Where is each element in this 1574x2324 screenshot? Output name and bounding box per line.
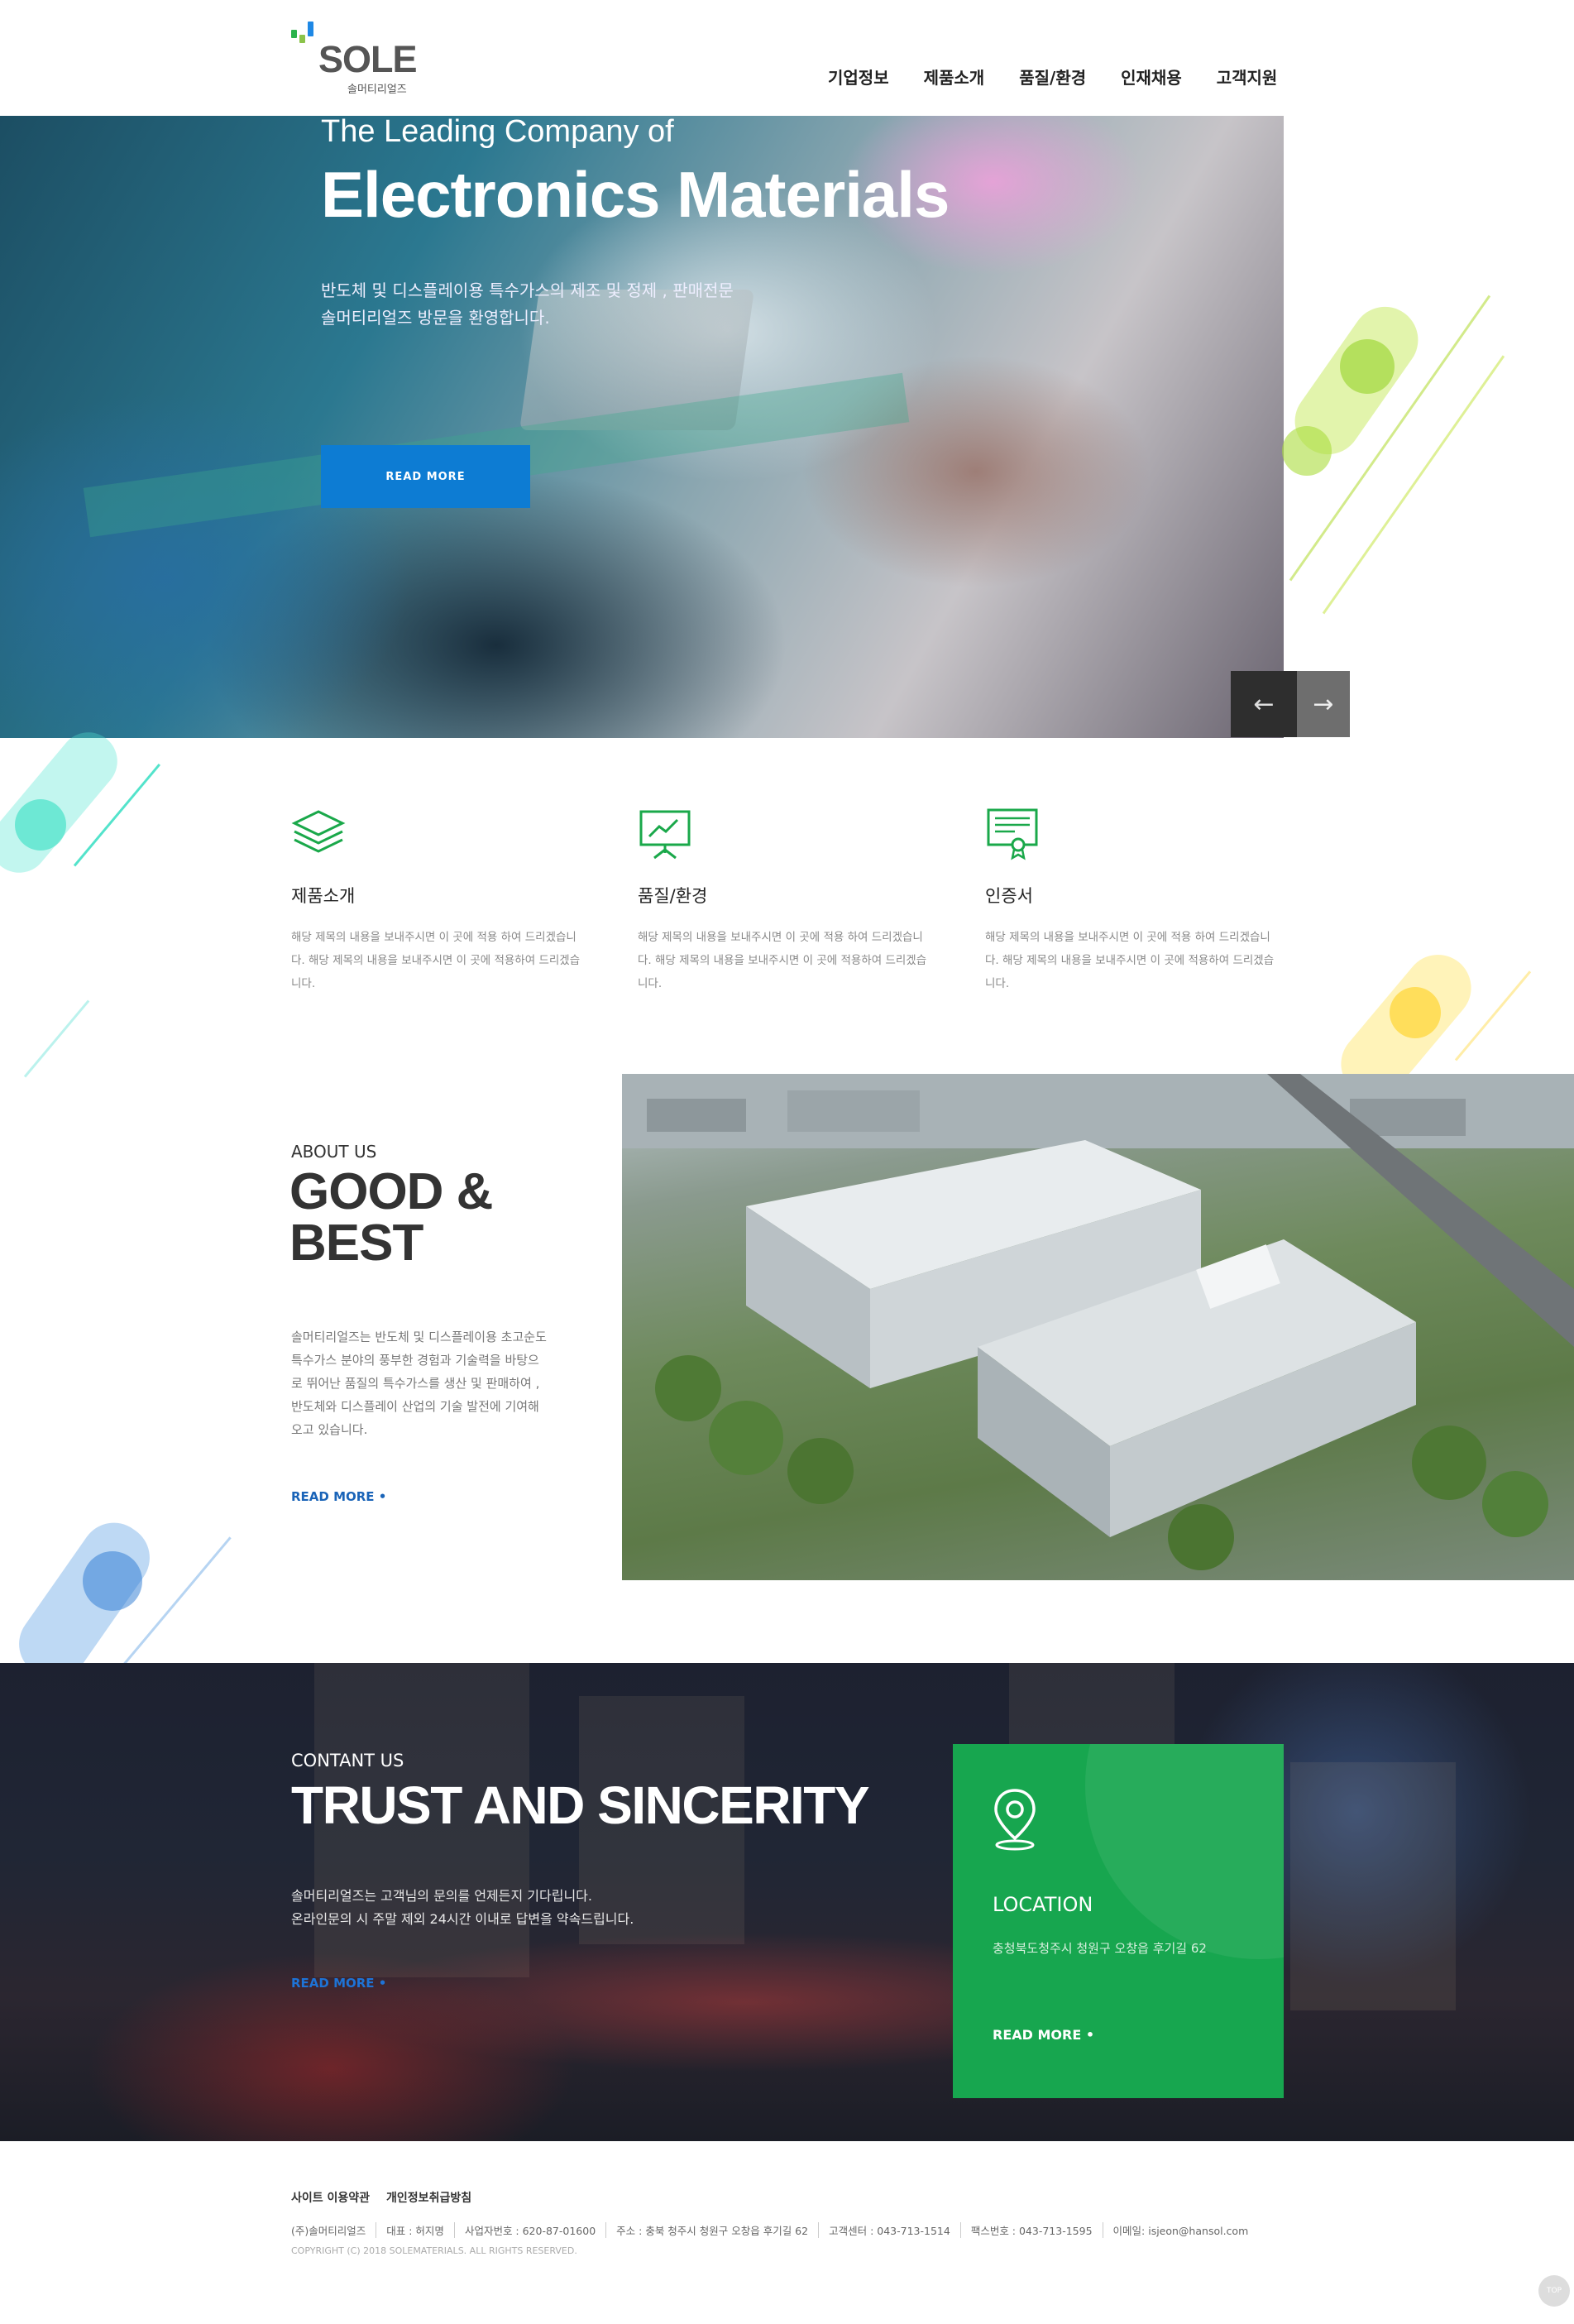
logo-wordmark: SOLE — [318, 38, 418, 80]
nav-item-support[interactable]: 고객지원 — [1199, 65, 1295, 89]
copyright: COPYRIGHT (C) 2018 SOLEMATERIALS. ALL RI… — [291, 2245, 577, 2256]
footer-links: 사이트 이용약관 개인정보취급방침 — [291, 2189, 471, 2206]
footer-link-terms[interactable]: 사이트 이용약관 — [291, 2189, 370, 2206]
contact-title: TRUST AND SINCERITY — [291, 1775, 870, 1835]
layers-icon — [291, 810, 346, 853]
header: SOLE 솔머티리얼즈 기업정보 제품소개 품질/환경 인재채용 고객지원 — [0, 0, 1574, 116]
footer-link-privacy[interactable]: 개인정보취급방침 — [386, 2189, 471, 2206]
logo[interactable]: SOLE 솔머티리얼즈 — [289, 20, 422, 99]
location-title: LOCATION — [993, 1893, 1093, 1916]
footer-company-info: (주)솔머티리얼즈 대표 : 허지명 사업자번호 : 620-87-01600 … — [291, 2222, 1258, 2238]
about-eyebrow: ABOUT US — [291, 1142, 377, 1162]
slider-next-button[interactable]: → — [1297, 671, 1350, 737]
contact-description-line2: 온라인문의 시 주말 제외 24시간 이내로 답변을 약속드립니다. — [291, 1911, 634, 1927]
hero-description-line1: 반도체 및 디스플레이용 특수가스의 제조 및 정제 , 판매전문 — [321, 280, 734, 300]
footer-business-number: 사업자번호 : 620-87-01600 — [453, 2222, 605, 2238]
scroll-top-button[interactable]: TOP — [1538, 2275, 1570, 2307]
hero-title: Electronics Materials — [321, 158, 950, 231]
feature-text: 해당 제목의 내용을 보내주시면 이 곳에 적용 하여 드리겠습니다. 해당 제… — [638, 931, 927, 990]
feature-text: 해당 제목의 내용을 보내주시면 이 곳에 적용 하여 드리겠습니다. 해당 제… — [985, 931, 1275, 990]
factory-illustration — [622, 1074, 1574, 1570]
about-title: GOOD & BEST — [289, 1163, 493, 1272]
hero-subtitle: The Leading Company of — [321, 114, 674, 149]
about-read-more-link[interactable]: READ MORE • — [291, 1489, 386, 1504]
certificate-icon — [987, 808, 1038, 860]
factory-aerial-photo — [622, 1074, 1574, 1580]
contact-eyebrow: CONTANT US — [291, 1751, 404, 1771]
location-address: 충청북도청주시 청원구 오창읍 후기길 62 — [993, 1941, 1207, 1956]
feature-title: 제품소개 — [291, 886, 356, 906]
about-description: 솔머티리얼즈는 반도체 및 디스플레이용 초고순도 특수가스 분야의 풍부한 경… — [291, 1330, 547, 1437]
slider-prev-button[interactable]: ← — [1231, 671, 1297, 737]
feature-title: 품질/환경 — [638, 886, 708, 906]
feature-quality[interactable]: 품질/환경 해당 제목의 내용을 보내주시면 이 곳에 적용 하여 드리겠습니다… — [638, 807, 935, 995]
contact-description-line1: 솔머티리얼즈는 고객님의 문의를 언제든지 기다립니다. — [291, 1888, 592, 1904]
footer-email: 이메일: isjeon@hansol.com — [1102, 2222, 1259, 2238]
logo-subtitle: 솔머티리얼즈 — [347, 84, 407, 96]
footer-fax: 팩스번호 : 043-713-1595 — [959, 2222, 1103, 2238]
footer-address: 주소 : 충북 청주시 청원구 오창읍 후기길 62 — [605, 2222, 818, 2238]
contact-read-more-link[interactable]: READ MORE • — [291, 1976, 386, 1991]
hero-read-more-button[interactable]: READ MORE — [321, 445, 530, 508]
feature-products[interactable]: 제품소개 해당 제목의 내용을 보내주시면 이 곳에 적용 하여 드리겠습니다.… — [291, 807, 589, 995]
nav-item-products[interactable]: 제품소개 — [907, 65, 1002, 89]
footer-company-name: (주)솔머티리얼즈 — [291, 2225, 366, 2237]
nav-item-company[interactable]: 기업정보 — [811, 65, 907, 89]
footer-ceo: 대표 : 허지명 — [376, 2222, 454, 2238]
feature-title: 인증서 — [985, 886, 1033, 906]
hero-description-line2: 솔머티리얼즈 방문을 환영합니다. — [321, 308, 550, 328]
location-read-more-link[interactable]: READ MORE • — [993, 2027, 1094, 2043]
main-nav: 기업정보 제품소개 품질/환경 인재채용 고객지원 — [811, 65, 1294, 89]
presentation-chart-icon — [639, 810, 691, 860]
contact-section — [0, 1663, 1574, 2141]
nav-item-quality[interactable]: 품질/환경 — [1002, 65, 1103, 89]
footer-phone: 고객센터 : 043-713-1514 — [818, 2222, 960, 2238]
feature-certificates[interactable]: 인증서 해당 제목의 내용을 보내주시면 이 곳에 적용 하여 드리겠습니다. … — [985, 807, 1283, 995]
map-pin-icon — [994, 1789, 1036, 1851]
feature-text: 해당 제목의 내용을 보내주시면 이 곳에 적용 하여 드리겠습니다. 해당 제… — [291, 931, 581, 990]
nav-item-careers[interactable]: 인재채용 — [1103, 65, 1199, 89]
